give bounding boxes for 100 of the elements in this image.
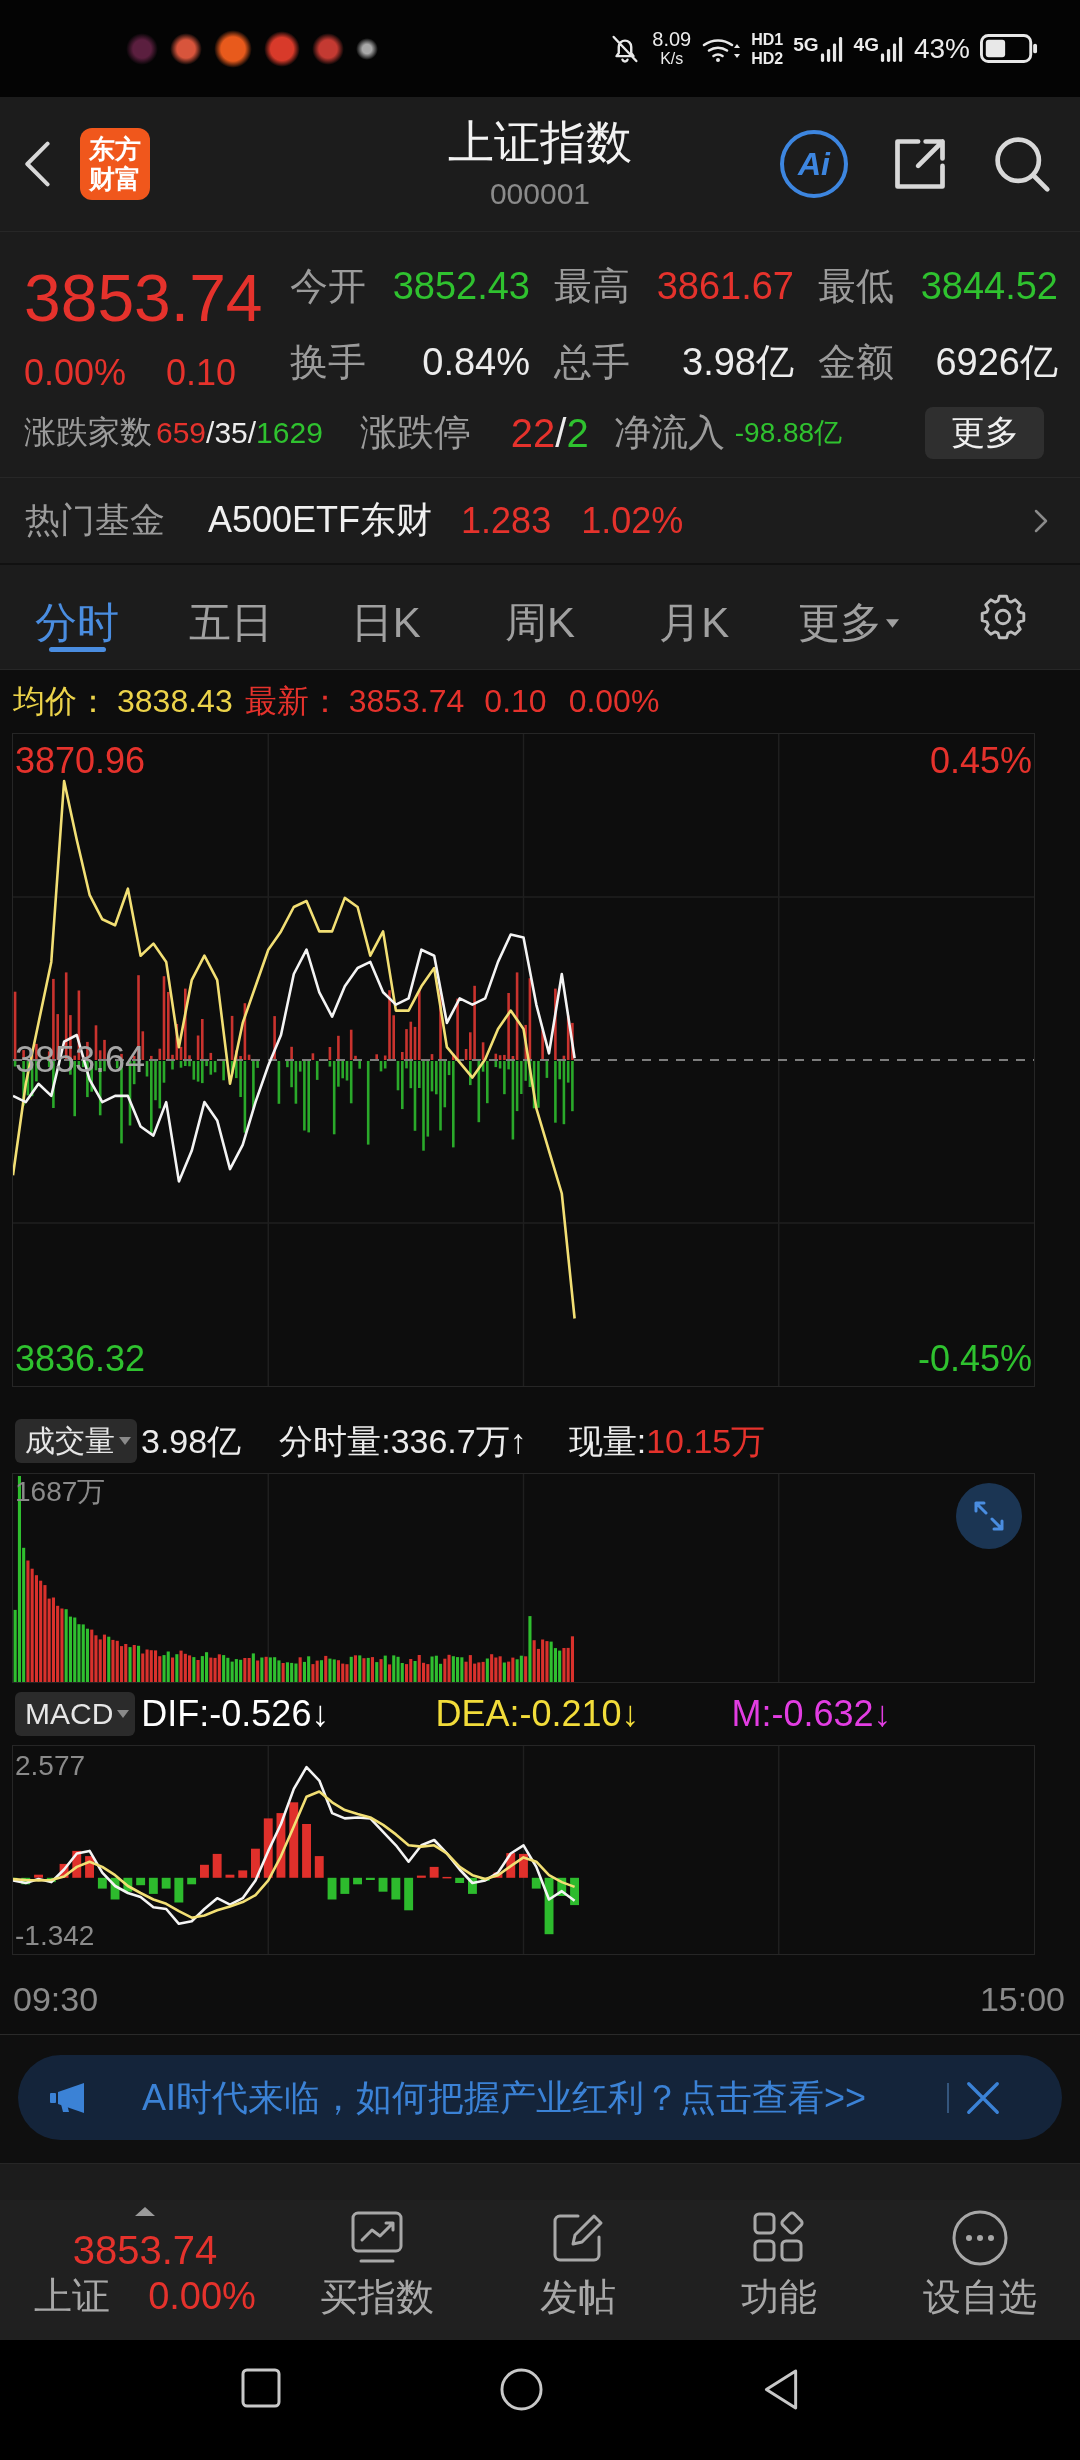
macd-bar [276,1813,286,1878]
indicator-dropdown[interactable]: 成交量 [15,1419,137,1463]
settings-icon[interactable] [978,593,1027,641]
macd-bar [429,1866,439,1878]
net-inflow-value: -98.88亿 [734,416,843,450]
latest-label: 最新： [244,681,341,721]
macd-bar [110,1877,120,1900]
stat-label: 金额 [818,340,894,384]
stat-label: 今开 [290,264,366,308]
period-volume: 分时量:336.7万↑ [279,1421,527,1462]
stat-label: 换手 [290,340,366,384]
macd-bar [187,1877,197,1885]
macd-bar [404,1877,414,1911]
action-button[interactable]: 买指数 [276,2200,477,2340]
fund-row[interactable]: 热门基金 A500ETF东财 1.283 1.02% [0,478,1080,565]
macd-bar [468,1877,477,1894]
axis-label: 3836.32 [15,1342,146,1377]
ai-button[interactable]: Ai [780,130,848,198]
macd-bar [365,1877,375,1880]
caret-icon [119,1437,131,1445]
limit-value: / [555,410,567,456]
breadth-value: 1629 [256,416,323,450]
macd-bar [442,1876,452,1879]
macd-bar [378,1877,388,1892]
megaphone-icon [47,2080,87,2115]
battery-icon [980,34,1038,63]
tab[interactable]: 周K [499,565,581,669]
hd-label: HD2 [751,48,784,68]
average-price-label: 均价： [13,681,109,721]
action-button[interactable]: 发帖 [477,2200,678,2340]
expand-icon[interactable] [956,1483,1022,1549]
back-icon[interactable] [22,141,52,187]
macd-bar [174,1877,184,1903]
notification-icon [264,30,300,67]
notification-icon [126,32,158,65]
limit-label: 涨跌停 [359,411,471,455]
back-icon[interactable] [762,2368,800,2411]
macd-bar [493,1872,503,1878]
macd-bar [72,1850,82,1878]
app-logo: 东方财富 [80,128,150,200]
axis-label: 2.577 [15,1750,86,1782]
limit-value: 22 [510,410,556,456]
notification-icon [170,32,202,65]
macd-bar [34,1874,43,1878]
indicator-dropdown[interactable]: MACD [15,1692,136,1736]
axis-label: -1.342 [15,1920,95,1952]
tab[interactable]: 分时 [29,565,126,669]
network-speed: 8.09 [652,29,692,49]
macd-bar [148,1877,158,1894]
stat-value: 3861.67 [656,264,794,308]
index-code: 000001 [489,176,591,212]
tab[interactable]: 五日 [183,565,280,669]
tab[interactable]: 日K [344,565,427,669]
stat-label: 最高 [554,264,630,308]
caret-up-icon[interactable] [135,2207,155,2216]
tab[interactable]: 月K [653,565,736,669]
battery-percent: 43% [913,32,970,65]
action-button[interactable]: 功能 [678,2200,879,2340]
notification-icon [214,29,252,68]
indicator-value: M:-0.632↓ [731,1692,892,1736]
speed-unit: K/s [660,48,684,68]
net-inflow-label: 净流入 [613,411,725,455]
page-title: 上证指数 [448,115,632,169]
more-button[interactable]: 更多 [925,407,1044,459]
change-percent: 0.00% [24,351,127,395]
action-button[interactable]: 设自选 [879,2200,1080,2340]
search-icon[interactable] [992,134,1052,194]
current-volume: 10.15万 [646,1421,766,1462]
macd-bar [531,1877,541,1889]
fund-price: 1.283 [461,499,552,542]
index-name: 上证 [34,2274,111,2319]
hd-label: HD1 [751,29,784,49]
breadth-label: 涨跌家数 [24,413,152,452]
current-volume-label: 现量: [568,1421,647,1462]
signal-icon [819,34,844,63]
macd-bar [557,1877,567,1896]
chevron-right-icon [1034,508,1048,533]
stat-label: 最低 [818,264,894,308]
square-icon[interactable] [241,2368,281,2408]
stat-value: 6926亿 [935,340,1058,384]
change-value: 0.10 [166,351,237,395]
ad-banner[interactable]: AI时代来临，如何把握产业红利？点击查看>> [18,2055,1062,2140]
notification-icon [356,37,378,60]
latest-percent: 0.00% [568,683,660,720]
fund-change: 1.02% [581,499,684,542]
home-icon[interactable] [500,2368,543,2411]
network-type: 4G [853,34,879,55]
fund-label: 热门基金 [25,499,165,541]
time-label: 15:00 [979,1979,1065,2019]
macd-bar [519,1853,528,1878]
tab[interactable]: 更多 [792,565,906,669]
indicator-value: DEA:-0.210↓ [435,1692,640,1736]
stat-value: 3844.52 [920,264,1058,308]
macd-bar [97,1877,107,1889]
macd-bar [200,1864,209,1878]
time-label: 09:30 [13,1979,99,2019]
fund-name: A500ETF东财 [208,498,433,542]
axis-label: 0.45% [929,743,1032,778]
breadth-value: /35/ [206,416,257,450]
macd-bar [85,1856,94,1878]
